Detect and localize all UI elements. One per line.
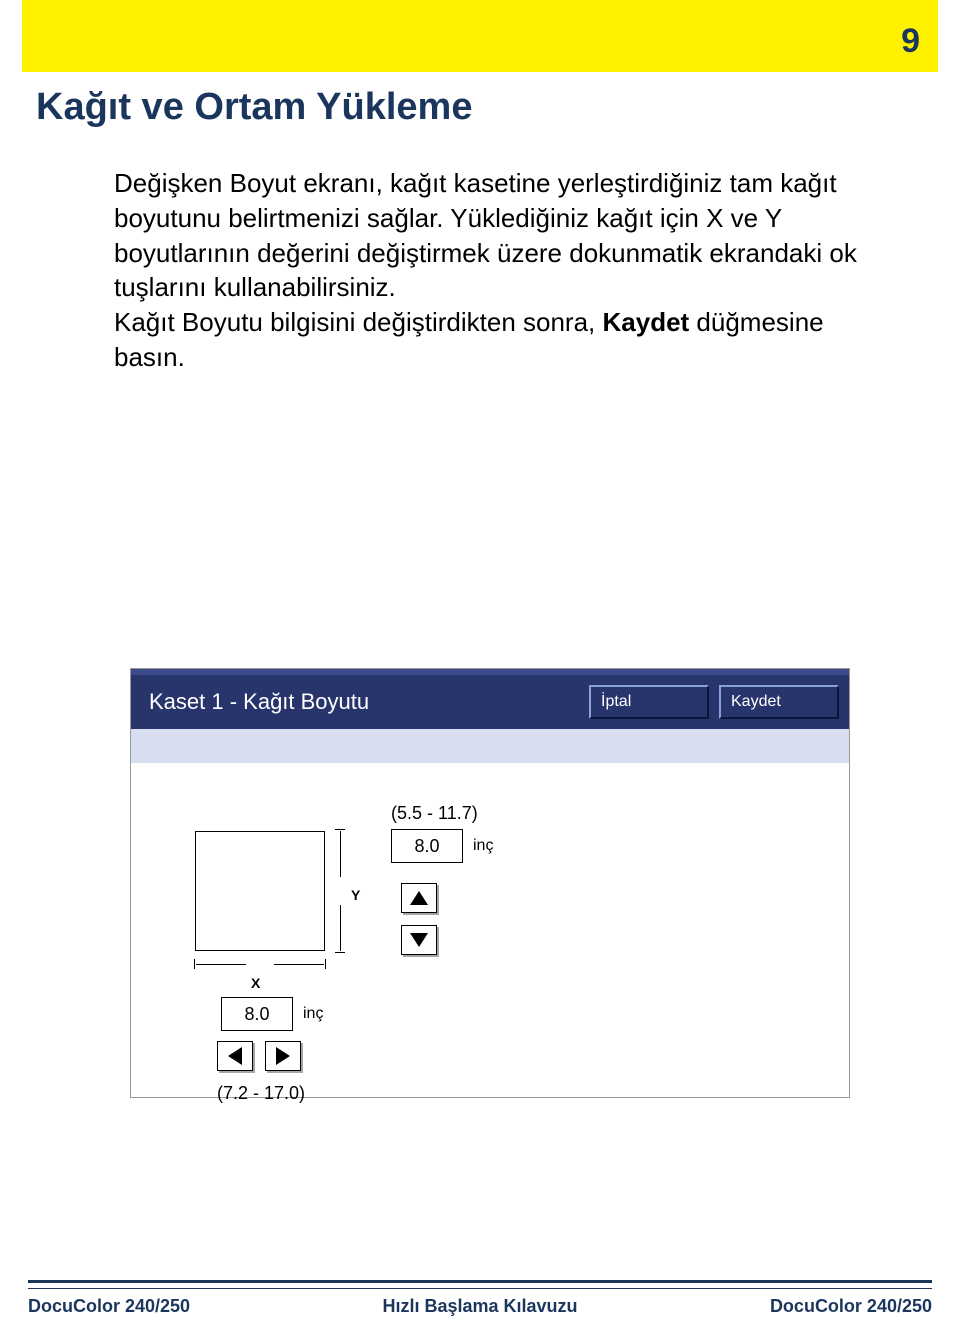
y-axis-label: Y [351,887,360,903]
footer-rule-thin [28,1288,932,1289]
y-range-label: (5.5 - 11.7) [391,803,478,824]
x-decrease-button[interactable] [217,1041,253,1071]
triangle-left-icon [228,1047,242,1065]
y-unit-label: inç [473,837,493,855]
y-rail-icon [335,831,345,951]
x-increase-button[interactable] [265,1041,301,1071]
x-unit-label: inç [303,1005,323,1023]
page-footer: DocuColor 240/250 Hızlı Başlama Kılavuzu… [28,1296,932,1317]
footer-rule-thick [28,1280,932,1283]
header-accent-bar [22,0,938,72]
triangle-up-icon [410,891,428,905]
x-value-field[interactable]: 8.0 [221,997,293,1031]
x-range-label: (7.2 - 17.0) [217,1083,305,1104]
save-button[interactable]: Kaydet [719,685,839,719]
footer-center: Hızlı Başlama Kılavuzu [28,1296,932,1317]
paper-size-dialog: Kaset 1 - Kağıt Boyutu İptal Kaydet Y X … [130,668,850,1098]
body-paragraph: Değişken Boyut ekranı, kağıt kasetine ye… [114,166,884,375]
triangle-down-icon [410,933,428,947]
cancel-button[interactable]: İptal [589,685,709,719]
y-value-field[interactable]: 8.0 [391,829,463,863]
section-title: Kağıt ve Ortam Yükleme [36,86,472,129]
paper-preview-icon [195,831,325,951]
dialog-title-bar: Kaset 1 - Kağıt Boyutu İptal Kaydet [131,675,849,729]
page-number: 9 [901,22,920,61]
triangle-right-icon [276,1047,290,1065]
x-axis-label: X [251,975,260,991]
y-decrease-button[interactable] [401,925,437,955]
y-increase-button[interactable] [401,883,437,913]
x-rail-icon [196,959,324,969]
dialog-title: Kaset 1 - Kağıt Boyutu [131,689,589,715]
dialog-sub-strip [131,729,849,763]
